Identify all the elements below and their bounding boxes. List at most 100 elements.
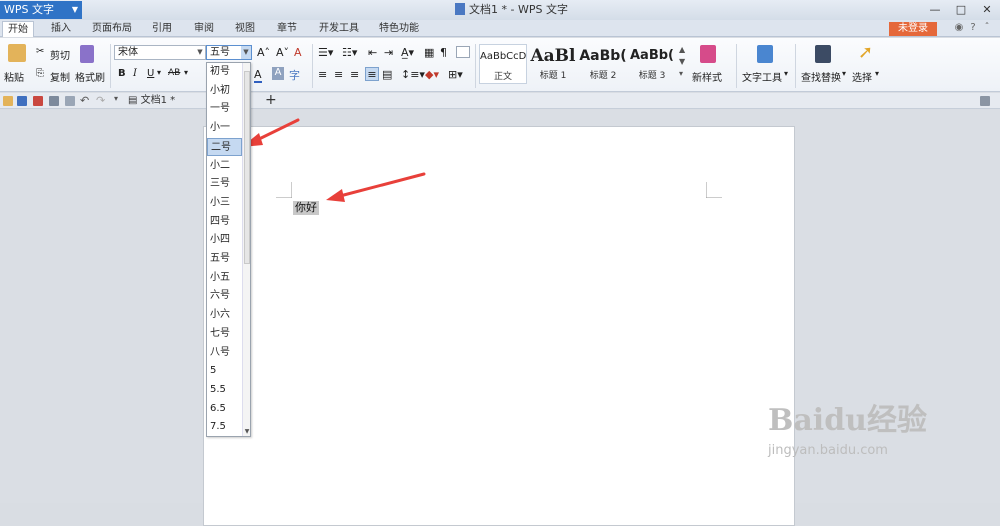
- increase-indent-icon[interactable]: ⇥: [384, 46, 393, 59]
- tab-home[interactable]: 开始: [2, 21, 34, 37]
- copy-button[interactable]: 复制: [50, 69, 70, 84]
- font-size-option[interactable]: 小三: [207, 194, 242, 213]
- close-icon[interactable]: ✕: [974, 0, 1000, 20]
- help-icon[interactable]: ?: [966, 22, 980, 35]
- font-size-option[interactable]: 5.5: [207, 381, 242, 400]
- text-tools-button[interactable]: 文字工具: [742, 69, 782, 84]
- export-pdf-icon[interactable]: [33, 96, 43, 106]
- bold-button[interactable]: B: [118, 68, 126, 79]
- font-size-option[interactable]: 六号: [207, 287, 242, 306]
- tab-view[interactable]: 视图: [235, 21, 255, 37]
- font-size-option[interactable]: 三号: [207, 175, 242, 194]
- chinese-layout-icon[interactable]: A̲▾: [401, 46, 414, 59]
- font-size-option[interactable]: 小五: [207, 269, 242, 288]
- font-size-option[interactable]: 6.5: [207, 400, 242, 419]
- document-page[interactable]: 你好: [203, 126, 795, 526]
- restore-icon[interactable]: [980, 96, 990, 106]
- show-marks-icon[interactable]: ¶: [440, 46, 447, 59]
- paste-button[interactable]: 粘贴: [4, 69, 24, 84]
- text-tools-icon[interactable]: [757, 45, 773, 63]
- font-size-option[interactable]: 小一: [207, 119, 242, 138]
- scrollbar-thumb[interactable]: [244, 71, 250, 264]
- style-normal[interactable]: AaBbCcDd 正文: [479, 44, 527, 84]
- login-button[interactable]: 未登录: [889, 22, 937, 36]
- save-icon[interactable]: [17, 96, 27, 106]
- table-icon[interactable]: ▦: [424, 46, 434, 59]
- customize-icon[interactable]: ▾: [114, 94, 124, 104]
- font-color-icon[interactable]: A: [254, 68, 262, 83]
- font-size-option[interactable]: 小二: [207, 157, 242, 176]
- format-painter-button[interactable]: 格式刷: [75, 69, 105, 84]
- format-painter-icon[interactable]: [80, 45, 94, 63]
- chevron-down-icon[interactable]: ▾: [157, 68, 161, 77]
- select-button[interactable]: 选择: [852, 69, 872, 84]
- find-replace-button[interactable]: 查找替换: [801, 69, 841, 84]
- bullets-icon[interactable]: ☰▾: [318, 46, 333, 59]
- line-spacing-icon[interactable]: ↕≡▾: [401, 68, 425, 81]
- style-heading-2[interactable]: AaBb( 标题 2: [579, 44, 627, 84]
- print-icon[interactable]: [49, 96, 59, 106]
- italic-button[interactable]: I: [133, 68, 137, 79]
- font-size-option[interactable]: 四号: [207, 213, 242, 232]
- binoculars-icon[interactable]: [815, 45, 831, 63]
- tab-references[interactable]: 引用: [152, 21, 172, 37]
- phonetic-guide-icon[interactable]: 字: [289, 67, 300, 83]
- open-icon[interactable]: [3, 96, 13, 106]
- grow-font-icon[interactable]: A˄: [257, 46, 270, 59]
- app-menu-button[interactable]: WPS 文字 ▼: [0, 1, 82, 19]
- undo-icon[interactable]: ↶: [80, 94, 92, 107]
- tab-page-layout[interactable]: 页面布局: [92, 21, 132, 37]
- dropdown-scrollbar[interactable]: ▼: [242, 63, 250, 436]
- font-size-option[interactable]: 7.5: [207, 418, 242, 437]
- tab-developer[interactable]: 开发工具: [319, 21, 359, 37]
- scroll-down-icon[interactable]: ▼: [243, 428, 251, 435]
- distribute-icon[interactable]: ▤: [382, 68, 392, 81]
- font-size-option[interactable]: 小六: [207, 306, 242, 325]
- align-right-icon[interactable]: ≡: [350, 68, 359, 81]
- shading-icon[interactable]: ◆▾: [425, 68, 439, 81]
- skin-icon[interactable]: ◉: [952, 22, 966, 35]
- redo-icon[interactable]: ↷: [96, 94, 108, 107]
- tab-review[interactable]: 审阅: [194, 21, 214, 37]
- font-size-select[interactable]: 五号 ▼: [206, 45, 252, 60]
- font-size-option[interactable]: 5: [207, 362, 242, 381]
- justify-icon[interactable]: ≡: [365, 67, 379, 81]
- font-size-option[interactable]: 小初: [207, 82, 242, 101]
- font-size-option[interactable]: 一号: [207, 100, 242, 119]
- print-preview-icon[interactable]: [65, 96, 75, 106]
- chevron-down-icon[interactable]: ▾: [184, 68, 188, 77]
- tab-insert[interactable]: 插入: [51, 21, 71, 37]
- clear-format-icon[interactable]: A: [294, 46, 302, 59]
- strikethrough-button[interactable]: AB: [168, 68, 180, 78]
- borders-icon[interactable]: ⊞▾: [448, 68, 463, 81]
- align-left-icon[interactable]: ≡: [318, 68, 327, 81]
- collapse-ribbon-icon[interactable]: ˆ: [980, 22, 994, 35]
- font-size-option[interactable]: 七号: [207, 325, 242, 344]
- new-style-icon[interactable]: [700, 45, 716, 63]
- cursor-arrow-icon[interactable]: ➚: [858, 42, 873, 63]
- font-size-option[interactable]: 初号: [207, 63, 242, 82]
- shrink-font-icon[interactable]: A˅: [276, 46, 289, 59]
- style-heading-3[interactable]: AaBb( 标题 3: [628, 44, 676, 84]
- font-size-option[interactable]: 五号: [207, 250, 242, 269]
- numbering-icon[interactable]: ☷▾: [342, 46, 357, 59]
- styles-scroll-icon[interactable]: ▲ ▼ ▾: [679, 44, 685, 80]
- tab-sections[interactable]: 章节: [277, 21, 297, 37]
- font-size-option[interactable]: 八号: [207, 344, 242, 363]
- font-size-option[interactable]: 小四: [207, 231, 242, 250]
- maximize-icon[interactable]: □: [948, 0, 974, 20]
- decrease-indent-icon[interactable]: ⇤: [368, 46, 377, 59]
- new-style-button[interactable]: 新样式: [692, 69, 722, 84]
- char-shading-icon[interactable]: A: [272, 67, 284, 80]
- underline-button[interactable]: U: [147, 68, 154, 79]
- selected-text[interactable]: 你好: [293, 201, 319, 215]
- paste-icon[interactable]: [8, 44, 26, 62]
- document-tab[interactable]: ▤ 文档1 *: [128, 93, 175, 109]
- font-name-select[interactable]: 宋体 ▼: [114, 45, 206, 60]
- align-center-icon[interactable]: ≡: [334, 68, 343, 81]
- style-heading-1[interactable]: AaBl 标题 1: [529, 44, 577, 84]
- view-icon[interactable]: [456, 46, 470, 58]
- font-size-option-highlighted[interactable]: 二号: [207, 137, 242, 157]
- minimize-icon[interactable]: —: [922, 0, 948, 20]
- cut-button[interactable]: 剪切: [50, 47, 70, 62]
